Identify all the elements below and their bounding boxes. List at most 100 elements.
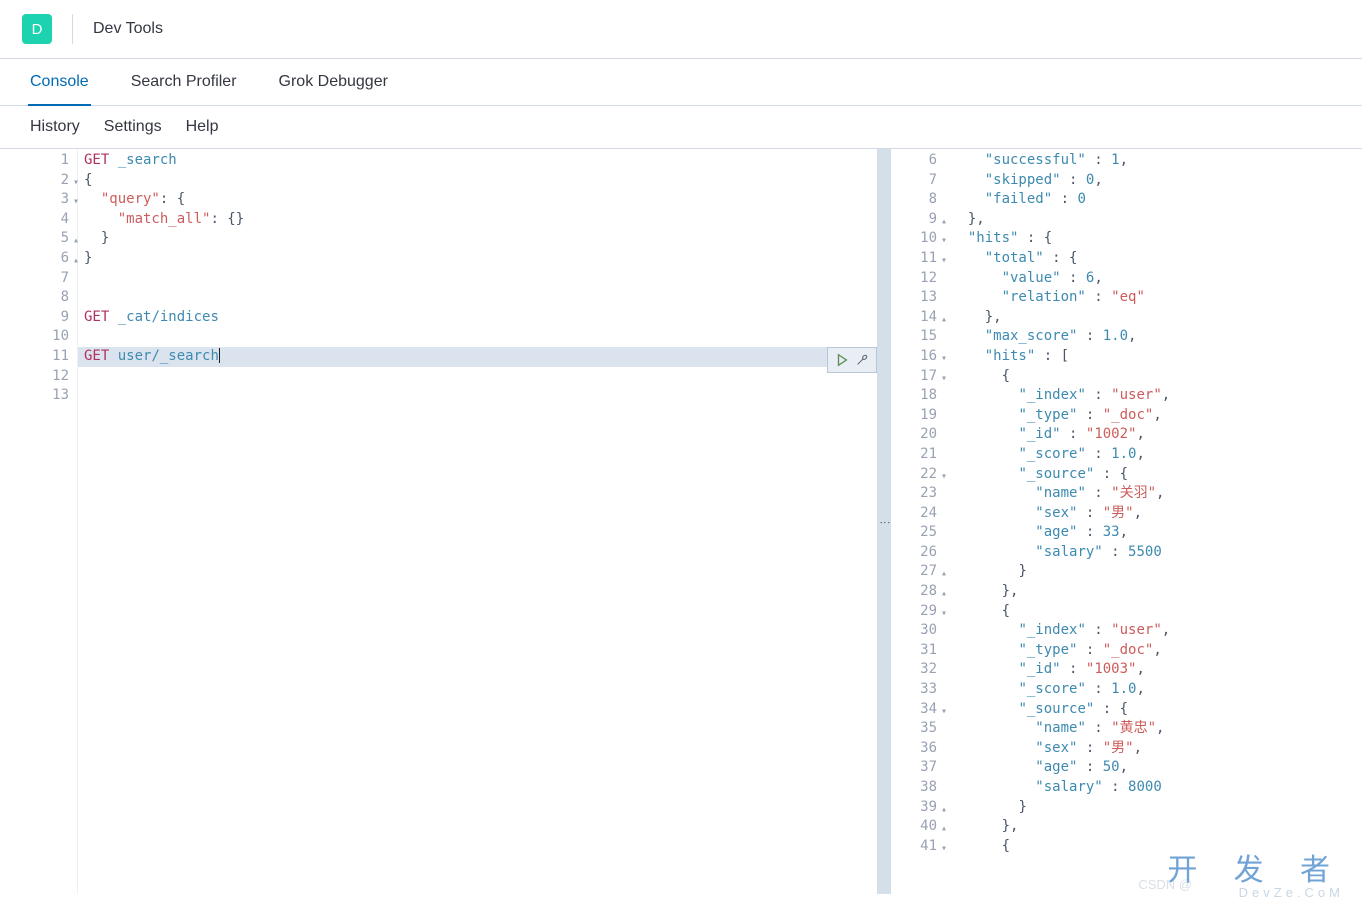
request-line-number: 11: [0, 347, 77, 367]
request-gutter: 12▾3▾45▴6▴78910111213: [0, 149, 78, 894]
editor-split: 12▾3▾45▴6▴78910111213 GET _search{ "quer…: [0, 148, 1362, 894]
response-line: }: [945, 798, 1362, 818]
response-line: },: [945, 582, 1362, 602]
request-line[interactable]: [78, 288, 877, 308]
request-line-number: 3▾: [0, 190, 77, 210]
request-line-number: 7: [0, 269, 77, 289]
request-line-number: 8: [0, 288, 77, 308]
response-line-number: 10▾: [891, 229, 945, 249]
request-line[interactable]: "query": {: [78, 190, 877, 210]
response-line: },: [945, 308, 1362, 328]
response-line: "salary" : 5500: [945, 543, 1362, 563]
response-line: "_index" : "user",: [945, 621, 1362, 641]
response-line-number: 20: [891, 425, 945, 445]
request-line[interactable]: [78, 269, 877, 289]
response-line-number: 22▾: [891, 465, 945, 485]
response-line: }: [945, 562, 1362, 582]
response-line-number: 38: [891, 778, 945, 798]
request-options-button[interactable]: [853, 351, 871, 369]
response-line: "hits" : [: [945, 347, 1362, 367]
response-line: "_type" : "_doc",: [945, 641, 1362, 661]
response-line-number: 41▾: [891, 837, 945, 857]
request-line[interactable]: [78, 386, 877, 406]
response-line-number: 12: [891, 269, 945, 289]
response-line-number: 9▴: [891, 210, 945, 230]
response-line-number: 32: [891, 660, 945, 680]
response-line: "hits" : {: [945, 229, 1362, 249]
wrench-icon: [855, 353, 869, 367]
response-line: "name" : "黄忠",: [945, 719, 1362, 739]
response-line: "relation" : "eq": [945, 288, 1362, 308]
request-line[interactable]: GET _search: [78, 151, 877, 171]
tab-search-profiler[interactable]: Search Profiler: [129, 59, 239, 105]
response-line: "_id" : "1003",: [945, 660, 1362, 680]
response-line: "sex" : "男",: [945, 739, 1362, 759]
response-line: "_type" : "_doc",: [945, 406, 1362, 426]
response-line: "_source" : {: [945, 700, 1362, 720]
request-line[interactable]: "match_all": {}: [78, 210, 877, 230]
response-line: },: [945, 817, 1362, 837]
response-line-number: 26: [891, 543, 945, 563]
response-line: "skipped" : 0,: [945, 171, 1362, 191]
response-line: "failed" : 0: [945, 190, 1362, 210]
response-line-number: 27▴: [891, 562, 945, 582]
subnav-history[interactable]: History: [30, 118, 80, 136]
response-line-number: 29▾: [891, 602, 945, 622]
request-line[interactable]: }: [78, 249, 877, 269]
response-line: {: [945, 602, 1362, 622]
response-line-number: 25: [891, 523, 945, 543]
request-line-number: 1: [0, 151, 77, 171]
response-line-number: 16▾: [891, 347, 945, 367]
response-line: {: [945, 367, 1362, 387]
request-action-bar: [827, 347, 877, 373]
response-viewer[interactable]: "successful" : 1, "skipped" : 0, "failed…: [945, 149, 1362, 894]
response-line: "value" : 6,: [945, 269, 1362, 289]
response-line-number: 36: [891, 739, 945, 759]
subnav-settings[interactable]: Settings: [104, 118, 162, 136]
request-line-number: 2▾: [0, 171, 77, 191]
response-line: "age" : 50,: [945, 758, 1362, 778]
response-line: },: [945, 210, 1362, 230]
app-logo-letter: D: [32, 21, 43, 38]
response-line-number: 28▴: [891, 582, 945, 602]
pane-splitter[interactable]: ⋮: [877, 149, 891, 894]
request-line[interactable]: }: [78, 229, 877, 249]
response-line: "successful" : 1,: [945, 151, 1362, 171]
response-gutter: 6789▴10▾11▾121314▴1516▾17▾1819202122▾232…: [891, 149, 945, 894]
response-line: "salary" : 8000: [945, 778, 1362, 798]
response-line-number: 7: [891, 171, 945, 191]
subnav-help[interactable]: Help: [186, 118, 219, 136]
response-line-number: 17▾: [891, 367, 945, 387]
response-line-number: 33: [891, 680, 945, 700]
request-line-number: 12: [0, 367, 77, 387]
request-line[interactable]: {: [78, 171, 877, 191]
response-line-number: 39▴: [891, 798, 945, 818]
response-line-number: 15: [891, 327, 945, 347]
header-divider: [72, 14, 73, 44]
response-line: {: [945, 837, 1362, 857]
response-line-number: 30: [891, 621, 945, 641]
request-line[interactable]: GET user/_search: [78, 347, 877, 367]
app-logo[interactable]: D: [22, 14, 52, 44]
request-line[interactable]: GET _cat/indices: [78, 308, 877, 328]
response-line-number: 13: [891, 288, 945, 308]
request-line[interactable]: [78, 367, 877, 387]
request-line[interactable]: [78, 327, 877, 347]
request-line-number: 5▴: [0, 229, 77, 249]
request-editor[interactable]: GET _search{ "query": { "match_all": {} …: [78, 149, 877, 894]
response-line-number: 35: [891, 719, 945, 739]
response-line: "_score" : 1.0,: [945, 680, 1362, 700]
response-line: "_score" : 1.0,: [945, 445, 1362, 465]
response-line-number: 24: [891, 504, 945, 524]
response-line: "sex" : "男",: [945, 504, 1362, 524]
response-line: "total" : {: [945, 249, 1362, 269]
request-line-number: 9: [0, 308, 77, 328]
response-line-number: 21: [891, 445, 945, 465]
main-tabs: Console Search Profiler Grok Debugger: [0, 59, 1362, 106]
tab-grok-debugger[interactable]: Grok Debugger: [277, 59, 390, 105]
run-request-button[interactable]: [833, 351, 851, 369]
response-line: "name" : "关羽",: [945, 484, 1362, 504]
response-line-number: 18: [891, 386, 945, 406]
tab-console[interactable]: Console: [28, 59, 91, 105]
response-line-number: 11▾: [891, 249, 945, 269]
